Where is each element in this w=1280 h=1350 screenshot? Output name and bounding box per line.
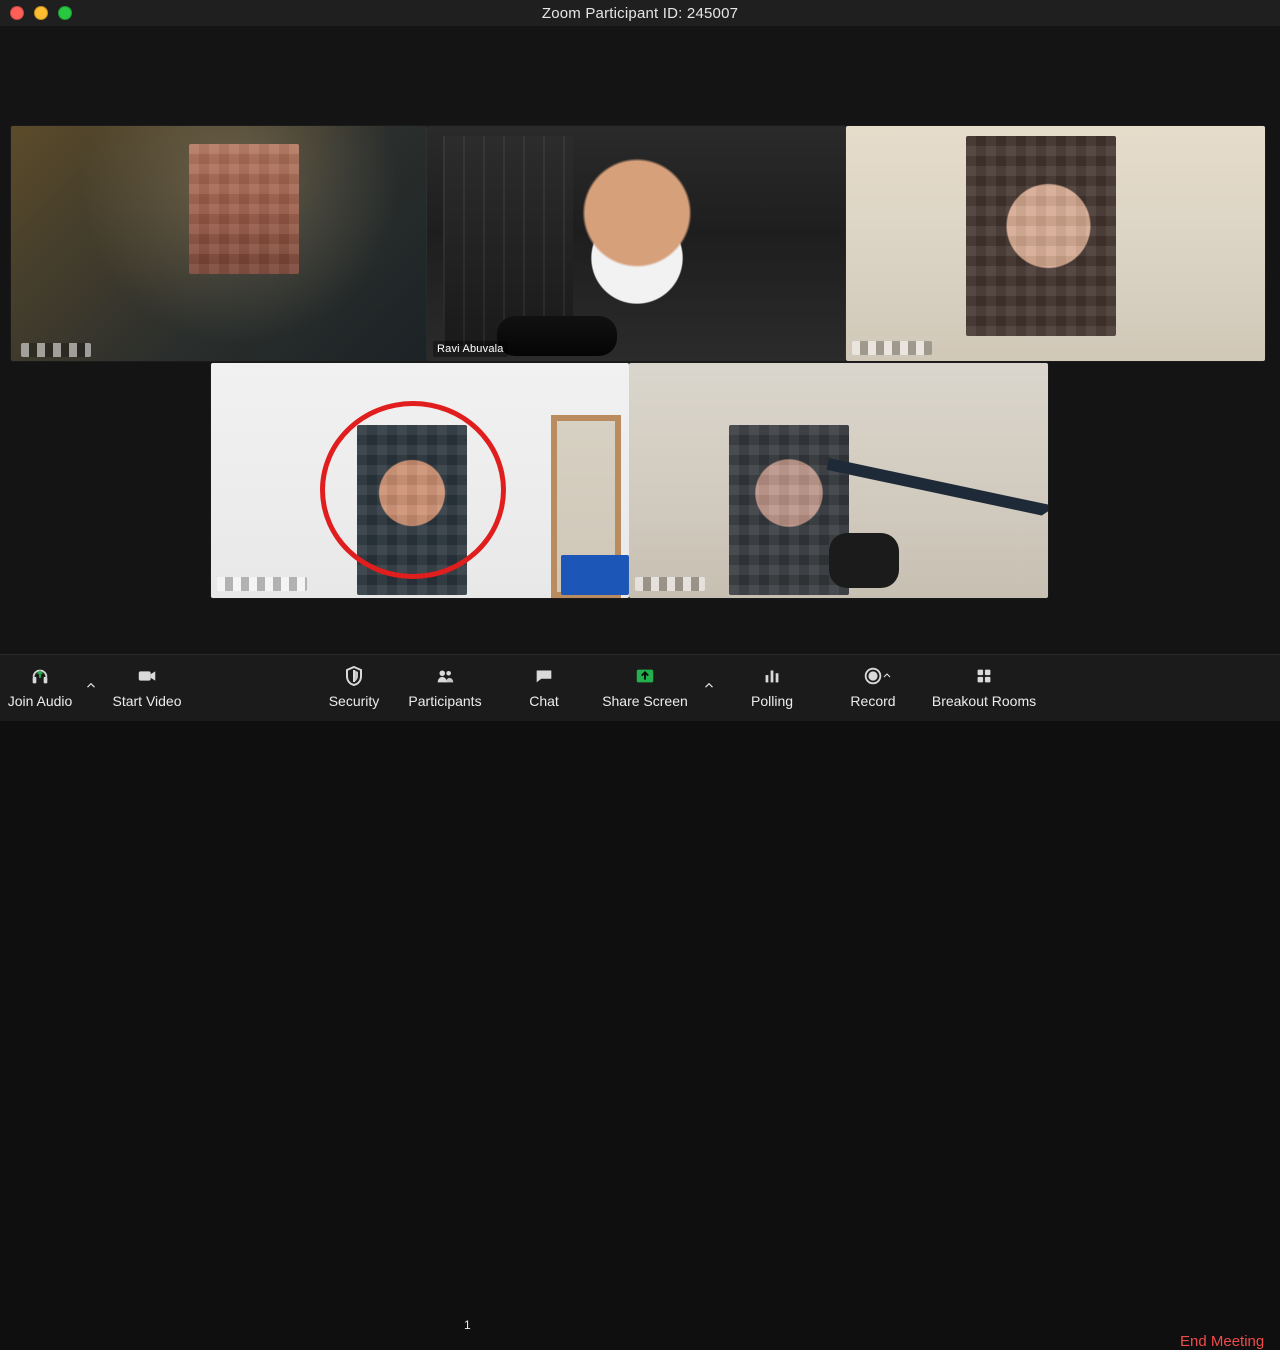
chevron-up-icon: [883, 673, 891, 678]
pixelated-face: [189, 144, 299, 274]
chat-label: Chat: [529, 693, 559, 709]
highlight-circle: [320, 401, 506, 579]
blue-book: [561, 555, 629, 595]
microphone: [829, 533, 899, 588]
bookshelf: [443, 136, 573, 346]
bar-chart-icon: [757, 665, 787, 687]
chevron-up-icon: [87, 682, 95, 688]
record-label: Record: [850, 693, 896, 709]
join-audio-label: Join Audio: [7, 693, 73, 709]
share-screen-icon: [630, 665, 660, 687]
title-bar: Zoom Participant ID: 245007: [0, 0, 1280, 27]
participants-button[interactable]: Participants: [402, 665, 488, 713]
participant-tile-5[interactable]: [629, 363, 1048, 598]
name-mask: [21, 343, 91, 357]
presenter: [567, 150, 707, 330]
window-title: Zoom Participant ID: 245007: [541, 4, 739, 22]
security-label: Security: [328, 693, 380, 709]
headphones-icon: [25, 665, 55, 687]
participants-label: Participants: [408, 693, 482, 709]
polling-label: Polling: [750, 693, 794, 709]
polling-button[interactable]: Polling: [742, 665, 802, 713]
join-audio-button[interactable]: Join Audio: [0, 665, 80, 713]
people-icon: [430, 665, 460, 687]
end-meeting-button[interactable]: End Meeting: [1180, 1333, 1264, 1350]
participant-tile-2[interactable]: Ravi Abuvala: [427, 126, 846, 361]
video-stage: Ravi Abuvala: [0, 26, 1280, 654]
share-options-caret[interactable]: [700, 677, 718, 695]
start-video-label: Start Video: [112, 693, 182, 709]
name-mask: [635, 577, 705, 591]
close-window-button[interactable]: [10, 6, 24, 20]
participant-name: Ravi Abuvala: [433, 341, 508, 357]
security-button[interactable]: Security: [322, 665, 386, 713]
name-mask: [217, 577, 307, 591]
video-camera-icon: [132, 665, 162, 687]
zoom-window-button[interactable]: [58, 6, 72, 20]
chat-bubble-icon: [529, 665, 559, 687]
share-screen-label: Share Screen: [602, 693, 688, 709]
meeting-toolbar: Join Audio Start Video Security Particip…: [0, 654, 1280, 1350]
chat-button[interactable]: Chat: [516, 665, 572, 713]
minimize-window-button[interactable]: [34, 6, 48, 20]
microphone: [497, 316, 617, 356]
chevron-up-icon: [705, 682, 713, 688]
participant-tile-3[interactable]: [846, 126, 1265, 361]
start-video-button[interactable]: Start Video: [104, 665, 190, 713]
record-options-caret[interactable]: [878, 667, 896, 685]
participant-tile-1[interactable]: [11, 126, 427, 361]
participant-tile-4[interactable]: [211, 363, 629, 598]
name-mask: [852, 341, 932, 355]
breakout-rooms-button[interactable]: Breakout Rooms: [922, 665, 1046, 713]
breakout-rooms-label: Breakout Rooms: [931, 693, 1037, 709]
shield-icon: [339, 665, 369, 687]
participants-count-badge: 1: [464, 1318, 471, 1332]
window-controls: [10, 6, 72, 20]
breakout-rooms-icon: [969, 665, 999, 687]
share-screen-button[interactable]: Share Screen: [595, 665, 695, 713]
audio-options-caret[interactable]: [82, 677, 100, 695]
pixelated-face: [966, 136, 1116, 336]
